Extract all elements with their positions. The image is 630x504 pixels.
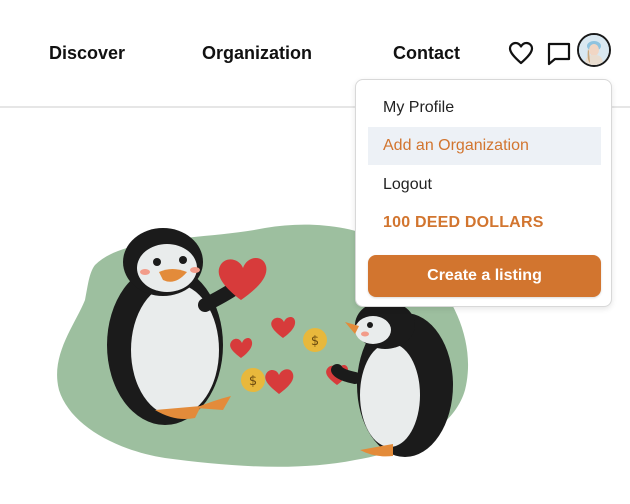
coin-icon: $	[303, 328, 327, 352]
svg-text:$: $	[249, 374, 257, 389]
svg-text:$: $	[311, 334, 319, 349]
menu-item-my-profile[interactable]: My Profile	[368, 89, 601, 127]
user-dropdown-menu: My Profile Add an Organization Logout 10…	[355, 79, 612, 307]
create-listing-button[interactable]: Create a listing	[368, 255, 601, 297]
nav-link-contact[interactable]: Contact	[393, 42, 460, 64]
avatar-photo	[579, 35, 609, 65]
nav-link-discover[interactable]: Discover	[49, 42, 125, 64]
deed-dollars-balance: 100 DEED DOLLARS	[383, 214, 544, 231]
heart-icon[interactable]	[508, 41, 534, 70]
menu-item-logout[interactable]: Logout	[368, 166, 601, 204]
avatar[interactable]	[577, 33, 611, 67]
chat-icon[interactable]	[546, 41, 572, 72]
menu-item-add-organization[interactable]: Add an Organization	[368, 127, 601, 165]
nav-link-organization[interactable]: Organization	[202, 42, 312, 64]
coin-icon: $	[241, 368, 265, 392]
